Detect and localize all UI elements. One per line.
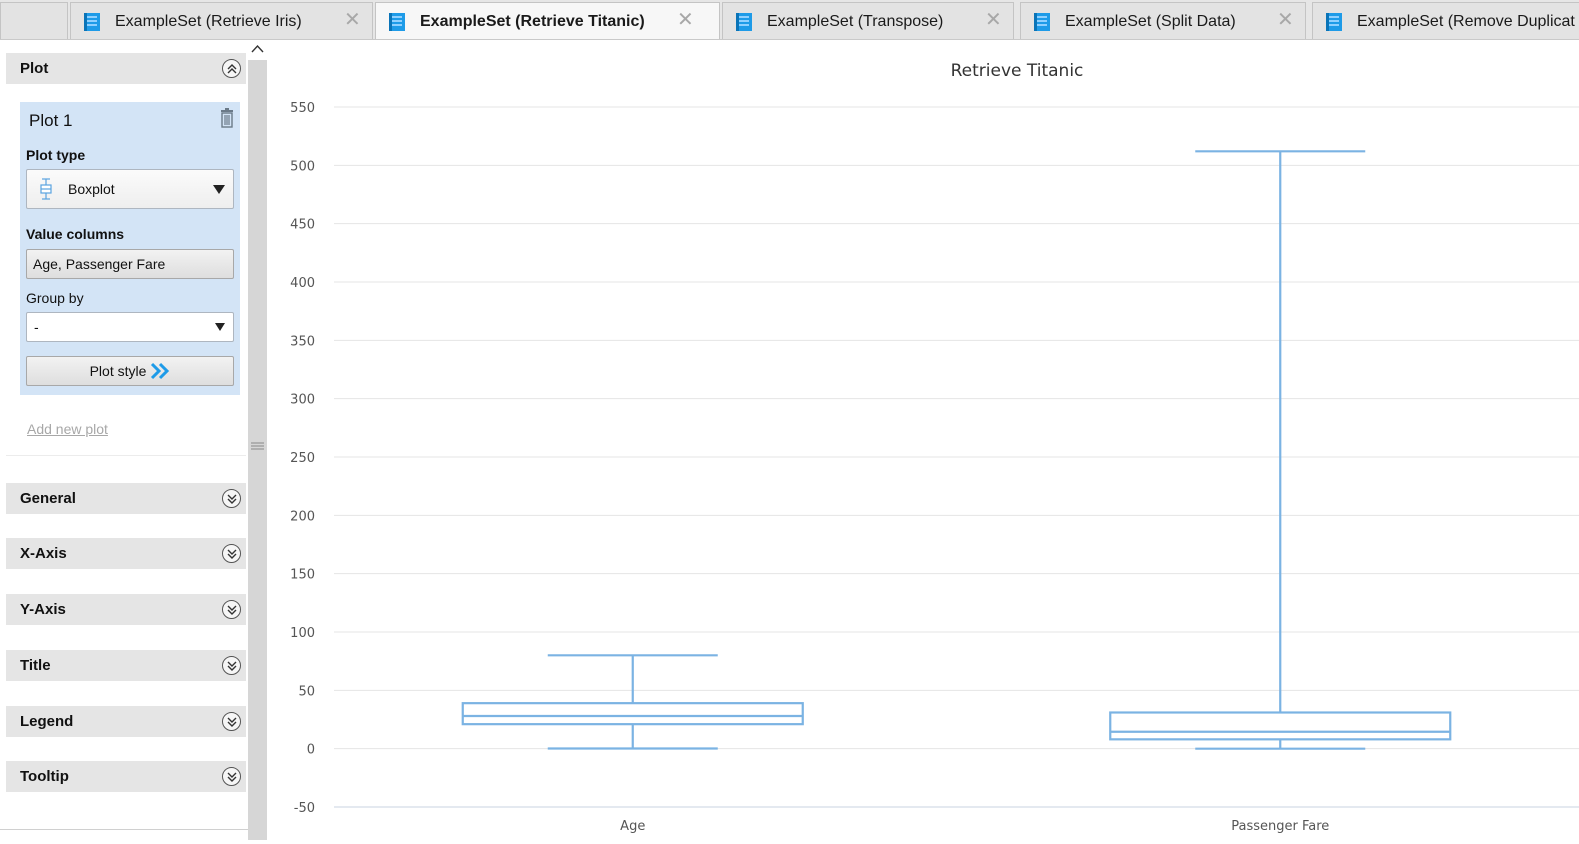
chevron-down-icon (213, 185, 225, 194)
tab-transpose[interactable]: ExampleSet (Transpose) ✕ (722, 2, 1014, 39)
plot-card: Plot 1 Plot type Boxplot Value columns A… (20, 102, 240, 395)
section-legend[interactable]: Legend (6, 706, 246, 737)
box-iqr (461, 702, 804, 726)
boxplot-chart: Retrieve Titanic -50 0 50 100 150 200 250 300 35… (290, 61, 1579, 834)
y-tick-label: 150 (290, 568, 315, 583)
section-title: Tooltip (20, 768, 69, 785)
section-title: Legend (20, 713, 74, 730)
tab-strip: ExampleSet (Retrieve Iris) ✕ ExampleSet … (0, 0, 1579, 40)
plot-type-label: Plot type (26, 147, 86, 163)
divider (6, 455, 246, 456)
y-tick-label: 550 (290, 101, 315, 116)
x-category-label: Age (620, 819, 645, 834)
value-columns-label: Value columns (26, 226, 125, 242)
section-x-axis[interactable]: X-Axis (6, 538, 246, 569)
expand-down-icon[interactable] (222, 544, 241, 563)
expand-down-icon[interactable] (222, 600, 241, 619)
section-plot[interactable]: Plot (6, 53, 246, 84)
table-icon (735, 12, 753, 32)
plot-config-panel: Plot Plot 1 Plot type Boxplot Value colu… (0, 40, 248, 840)
close-icon[interactable]: ✕ (1277, 9, 1294, 29)
group-by-select[interactable]: - (26, 312, 234, 342)
y-tick-label: 400 (290, 276, 315, 291)
expand-down-icon[interactable] (222, 767, 241, 786)
expand-down-icon[interactable] (222, 656, 241, 675)
section-title: General (20, 490, 76, 507)
tab-split-data[interactable]: ExampleSet (Split Data) ✕ (1020, 2, 1306, 39)
y-tick-label: 200 (290, 509, 315, 524)
panel-splitter[interactable] (248, 40, 267, 840)
tab-label: ExampleSet (Remove Duplicat (1357, 12, 1575, 30)
plot-style-label: Plot style (89, 363, 147, 379)
tab-label: ExampleSet (Retrieve Titanic) (420, 13, 645, 30)
close-icon[interactable]: ✕ (677, 9, 694, 29)
section-title: Y-Axis (20, 601, 66, 618)
expand-down-icon[interactable] (222, 489, 241, 508)
value-columns-value: Age, Passenger Fare (33, 256, 166, 272)
boxplot-passenger-fare (1109, 150, 1452, 750)
table-icon (1325, 12, 1343, 32)
tab-blank[interactable] (0, 2, 68, 39)
close-icon[interactable]: ✕ (985, 9, 1002, 29)
value-columns-button[interactable]: Age, Passenger Fare (26, 249, 234, 279)
tab-label: ExampleSet (Split Data) (1065, 12, 1236, 30)
chevron-down-icon (215, 323, 225, 331)
group-by-label: Group by (26, 290, 84, 306)
box-iqr (1109, 711, 1452, 741)
section-title-settings[interactable]: Title (6, 650, 246, 681)
section-title: Plot (20, 60, 49, 77)
trash-icon[interactable] (220, 108, 234, 128)
y-tick-label: 350 (290, 334, 315, 349)
chart-area: Retrieve Titanic -50 0 50 100 150 200 250 300 35… (267, 40, 1579, 840)
section-tooltip[interactable]: Tooltip (6, 761, 246, 792)
table-icon (83, 12, 101, 32)
section-y-axis[interactable]: Y-Axis (6, 594, 246, 625)
tab-label: ExampleSet (Retrieve Iris) (115, 12, 302, 30)
y-tick-label: -50 (294, 801, 315, 816)
expand-down-icon[interactable] (222, 712, 241, 731)
section-general[interactable]: General (6, 483, 246, 514)
boxplot-age (461, 654, 804, 750)
y-tick-label: 300 (290, 393, 315, 408)
double-chevron-right-icon (150, 362, 170, 380)
plot-type-select[interactable]: Boxplot (26, 169, 234, 209)
chart-title: Retrieve Titanic (951, 61, 1084, 81)
section-title: Title (20, 657, 51, 674)
group-by-value: - (34, 319, 39, 335)
close-icon[interactable]: ✕ (344, 9, 361, 29)
boxplot-icon (38, 177, 54, 201)
section-title: X-Axis (20, 545, 67, 562)
tab-remove-duplicates[interactable]: ExampleSet (Remove Duplicat (1312, 2, 1579, 39)
y-tick-label: 250 (290, 451, 315, 466)
table-icon (388, 12, 406, 32)
tab-retrieve-iris[interactable]: ExampleSet (Retrieve Iris) ✕ (70, 2, 373, 39)
y-tick-label: 100 (290, 626, 315, 641)
plot-style-button[interactable]: Plot style (26, 356, 234, 386)
table-icon (1033, 12, 1051, 32)
y-tick-label: 450 (290, 218, 315, 233)
y-tick-label: 0 (307, 743, 315, 758)
grip-icon[interactable] (251, 435, 264, 450)
plot-name: Plot 1 (29, 111, 73, 130)
divider (0, 829, 248, 830)
x-category-label: Passenger Fare (1231, 819, 1329, 834)
y-tick-label: 50 (298, 684, 315, 699)
collapse-up-icon[interactable] (222, 59, 241, 78)
scroll-up-icon[interactable] (248, 40, 267, 60)
add-new-plot-link[interactable]: Add new plot (27, 421, 108, 437)
tab-label: ExampleSet (Transpose) (767, 12, 944, 30)
plot-type-value: Boxplot (68, 181, 115, 197)
tab-retrieve-titanic[interactable]: ExampleSet (Retrieve Titanic) ✕ (375, 2, 720, 39)
y-tick-label: 500 (290, 159, 315, 174)
